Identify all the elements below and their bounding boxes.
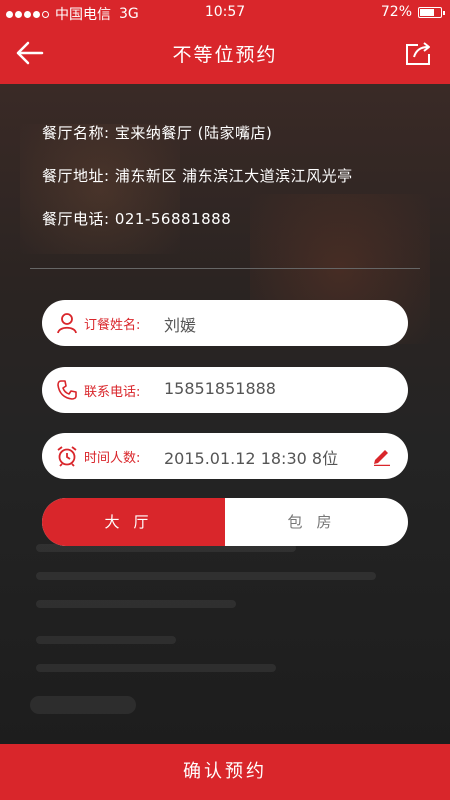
name-field-value[interactable]: 刘媛 [164, 312, 196, 336]
restaurant-phone-row: 餐厅电话: 021-56881888 [42, 208, 231, 229]
restaurant-address-row: 餐厅地址: 浦东新区 浦东滨江大道滨江风光亭 [42, 165, 353, 186]
restaurant-phone-label: 餐厅电话: [42, 210, 110, 228]
restaurant-address: 浦东新区 浦东滨江大道滨江风光亭 [114, 167, 353, 185]
restaurant-address-label: 餐厅地址: [42, 167, 110, 185]
name-field-label: 订餐姓名: [84, 318, 141, 333]
restaurant-phone[interactable]: 021-56881888 [115, 210, 231, 228]
option-private-room[interactable]: 包房 [225, 498, 408, 546]
restaurant-name-row: 餐厅名称: 宝来纳餐厅 (陆家嘴店) [42, 122, 272, 143]
edit-pencil-icon[interactable] [372, 446, 392, 467]
nav-bar: 不等位预约 [0, 24, 450, 84]
time-people-field[interactable]: 时间人数: 2015.01.12 18:30 8位 [42, 433, 408, 479]
page-title: 不等位预约 [172, 44, 278, 66]
user-icon [56, 312, 78, 334]
status-bar: 中国电信 3G 10:57 72% [0, 0, 450, 24]
app-header: 中国电信 3G 10:57 72% 不等位预约 [0, 0, 450, 84]
battery-status: 72% [380, 4, 445, 20]
divider [30, 268, 420, 269]
room-type-toggle[interactable]: 大厅 包房 [42, 498, 408, 546]
share-icon[interactable] [404, 39, 434, 67]
battery-icon [418, 6, 445, 18]
restaurant-name: 宝来纳餐厅 (陆家嘴店) [114, 124, 273, 142]
phone-icon [56, 379, 78, 401]
confirm-reservation-button[interactable]: 确认预约 [0, 744, 450, 800]
option-hall[interactable]: 大厅 [42, 498, 225, 546]
battery-percent: 72% [380, 4, 412, 20]
phone-field[interactable]: 联系电话: 15851851888 [42, 367, 408, 413]
phone-field-value[interactable]: 15851851888 [164, 379, 276, 398]
time-people-label: 时间人数: [84, 451, 141, 466]
restaurant-name-label: 餐厅名称: [42, 124, 110, 142]
name-field[interactable]: 订餐姓名: 刘媛 [42, 300, 408, 346]
time-people-value[interactable]: 2015.01.12 18:30 8位 [164, 445, 338, 469]
phone-field-label: 联系电话: [84, 385, 141, 400]
alarm-clock-icon [56, 445, 78, 467]
